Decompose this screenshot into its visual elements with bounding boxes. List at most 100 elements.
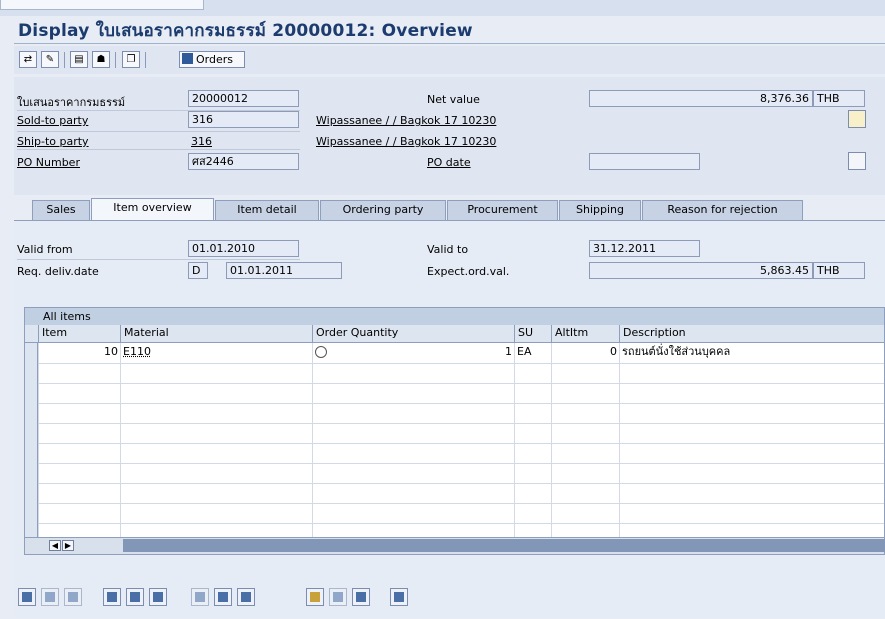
cell-altitm[interactable]	[551, 443, 619, 463]
cell-su[interactable]	[514, 403, 551, 423]
partner-icon[interactable]: ☗	[92, 51, 110, 68]
select-block-icon[interactable]	[149, 588, 167, 606]
display-change-icon[interactable]: ⇄	[19, 51, 37, 68]
cell-quantity[interactable]	[312, 443, 514, 463]
cell-material[interactable]	[120, 463, 312, 483]
table-row[interactable]: 10 E110 1 EA 0 รถยนต์นั่งใช้ส่วนบุคคล	[25, 343, 884, 364]
sold-to-field[interactable]: 316	[188, 111, 299, 128]
cell-altitm[interactable]	[551, 403, 619, 423]
cell-item[interactable]: 10	[38, 343, 120, 363]
scrollbar-thumb[interactable]	[123, 539, 885, 552]
row-selector[interactable]	[25, 403, 38, 423]
cell-altitm[interactable]	[551, 383, 619, 403]
table-row[interactable]	[25, 483, 884, 504]
create-icon[interactable]: ✎	[41, 51, 59, 68]
cell-quantity[interactable]: 1	[312, 343, 514, 363]
cell-quantity[interactable]	[312, 503, 514, 523]
configure-icon[interactable]	[214, 588, 232, 606]
tab-procurement[interactable]: Procurement	[447, 200, 558, 220]
ship-to-name[interactable]: Wipassanee / / Bagkok 17 10230	[316, 135, 496, 148]
net-value-field[interactable]: 8,376.36	[589, 90, 813, 107]
po-date-label[interactable]: PO date	[427, 156, 471, 169]
cell-altitm[interactable]	[551, 363, 619, 383]
table-row[interactable]	[25, 463, 884, 484]
column-item[interactable]: Item	[38, 325, 120, 342]
row-selector[interactable]	[25, 503, 38, 523]
cell-item[interactable]	[38, 383, 120, 403]
tab-reason-for-rejection[interactable]: Reason for rejection	[642, 200, 803, 220]
note-icon[interactable]	[848, 110, 866, 128]
copy-item-icon[interactable]	[191, 588, 209, 606]
pricing-icon[interactable]	[237, 588, 255, 606]
header-detail-icon[interactable]: ▤	[70, 51, 88, 68]
quotation-number-field[interactable]: 20000012	[188, 90, 299, 107]
cell-item[interactable]	[38, 443, 120, 463]
copy-icon[interactable]: ❐	[122, 51, 140, 68]
create-item-icon[interactable]	[41, 588, 59, 606]
edit-icon[interactable]	[352, 588, 370, 606]
column-order-quantity[interactable]: Order Quantity	[312, 325, 514, 342]
item-detail-icon[interactable]	[329, 588, 347, 606]
ship-to-value[interactable]: 316	[191, 135, 212, 148]
row-selector[interactable]	[25, 443, 38, 463]
table-row[interactable]	[25, 423, 884, 444]
expect-currency-field[interactable]: THB	[813, 262, 865, 279]
cell-su[interactable]	[514, 363, 551, 383]
delete-item-icon[interactable]	[64, 588, 82, 606]
cell-description[interactable]: รถยนต์นั่งใช้ส่วนบุคคล	[619, 343, 885, 363]
table-row[interactable]	[25, 443, 884, 464]
row-selector[interactable]	[25, 343, 38, 363]
cell-description[interactable]	[619, 403, 885, 423]
cell-material[interactable]	[120, 363, 312, 383]
cell-description[interactable]	[619, 483, 885, 503]
cell-item[interactable]	[38, 503, 120, 523]
valid-from-field[interactable]: 01.01.2010	[188, 240, 299, 257]
cell-altitm[interactable]: 0	[551, 343, 619, 363]
detail-icon[interactable]	[18, 588, 36, 606]
column-altitm[interactable]: AltItm	[551, 325, 619, 342]
cell-su[interactable]	[514, 383, 551, 403]
cell-su[interactable]	[514, 423, 551, 443]
quantity-detail-icon[interactable]	[315, 346, 327, 358]
sold-to-name[interactable]: Wipassanee / / Bagkok 17 10230	[316, 114, 496, 127]
cell-quantity[interactable]	[312, 463, 514, 483]
cell-quantity[interactable]	[312, 423, 514, 443]
po-number-field[interactable]: ศส2446	[188, 153, 299, 170]
cell-item[interactable]	[38, 463, 120, 483]
tab-ordering-party[interactable]: Ordering party	[320, 200, 446, 220]
availability-icon[interactable]	[306, 588, 324, 606]
cell-description[interactable]	[619, 363, 885, 383]
orders-button[interactable]: Orders	[179, 51, 245, 68]
cell-su[interactable]	[514, 443, 551, 463]
req-deliv-type-field[interactable]: D	[188, 262, 208, 279]
row-selector[interactable]	[25, 463, 38, 483]
scroll-left-icon[interactable]: ◀	[49, 540, 61, 551]
select-all-icon[interactable]	[103, 588, 121, 606]
deselect-all-icon[interactable]	[126, 588, 144, 606]
cell-material[interactable]	[120, 443, 312, 463]
tab-shipping[interactable]: Shipping	[559, 200, 641, 220]
row-selector[interactable]	[25, 483, 38, 503]
cell-quantity[interactable]	[312, 403, 514, 423]
row-selector[interactable]	[25, 363, 38, 383]
table-row[interactable]	[25, 503, 884, 524]
cell-su[interactable]	[514, 503, 551, 523]
po-number-label[interactable]: PO Number	[17, 156, 80, 169]
column-su[interactable]: SU	[514, 325, 551, 342]
cell-quantity[interactable]	[312, 483, 514, 503]
cell-description[interactable]	[619, 463, 885, 483]
cell-material[interactable]: E110	[120, 343, 312, 363]
cell-quantity[interactable]	[312, 363, 514, 383]
sold-to-label[interactable]: Sold-to party	[17, 114, 88, 127]
net-value-currency[interactable]: THB	[813, 90, 865, 107]
valid-to-field[interactable]: 31.12.2011	[589, 240, 700, 257]
window-tab[interactable]	[0, 0, 204, 10]
row-selector[interactable]	[25, 383, 38, 403]
po-search-icon[interactable]	[848, 152, 866, 170]
cell-altitm[interactable]	[551, 423, 619, 443]
cell-description[interactable]	[619, 503, 885, 523]
cell-item[interactable]	[38, 483, 120, 503]
cell-su[interactable]: EA	[514, 343, 551, 363]
cell-altitm[interactable]	[551, 463, 619, 483]
cell-description[interactable]	[619, 383, 885, 403]
